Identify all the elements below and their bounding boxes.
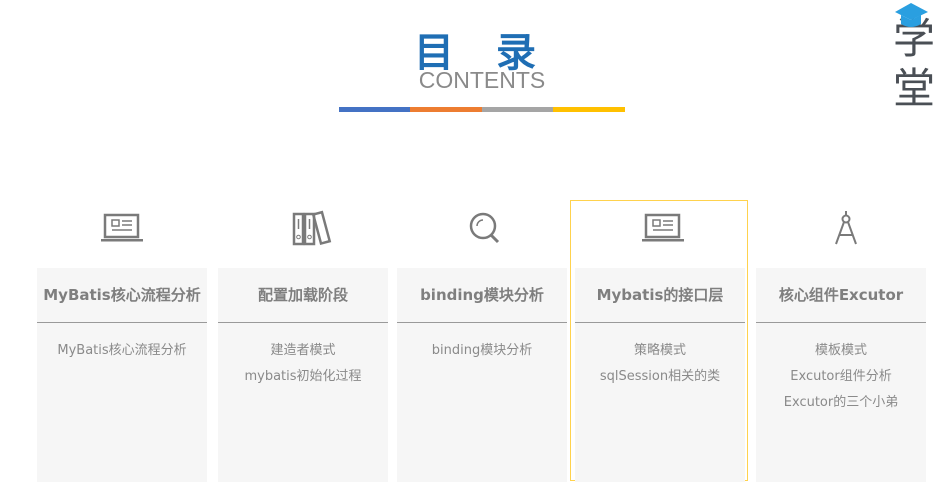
card-interface-layer[interactable]: Mybatis的接口层 策略模式 sqlSession相关的类: [575, 268, 745, 482]
card-title: binding模块分析: [420, 286, 544, 304]
card-line: 建造者模式: [270, 343, 336, 358]
color-bar-yellow: [553, 107, 625, 112]
card-line: 策略模式: [633, 343, 686, 358]
card-divider: [756, 322, 926, 323]
card-line: Excutor组件分析: [790, 369, 892, 384]
graduation-cap-icon: [895, 3, 928, 27]
card-line: mybatis初始化过程: [244, 369, 362, 384]
color-bar-gray: [482, 107, 554, 112]
card-executor[interactable]: 核心组件Excutor 模板模式 Excutor组件分析 Excutor的三个小…: [756, 268, 926, 482]
compass-icon: [835, 211, 857, 245]
color-bar-blue: [339, 107, 411, 112]
binders-icon: [292, 210, 332, 246]
card-line: Excutor的三个小弟: [783, 395, 899, 410]
card-title: MyBatis核心流程分析: [43, 286, 201, 304]
card-divider: [575, 322, 745, 323]
card-line: binding模块分析: [431, 343, 533, 358]
laptop-icon: [101, 213, 143, 242]
card-line: MyBatis核心流程分析: [57, 343, 187, 358]
card-title: Mybatis的接口层: [596, 286, 724, 304]
magnifier-icon: [469, 212, 500, 244]
card-line: 模板模式: [814, 343, 867, 358]
laptop-icon: [642, 213, 684, 242]
card-mybatis-core[interactable]: MyBatis核心流程分析 MyBatis核心流程分析: [37, 268, 207, 482]
card-divider: [218, 322, 388, 323]
card-divider: [397, 322, 567, 323]
color-bar-orange: [410, 107, 482, 112]
card-title: 配置加载阶段: [257, 286, 348, 304]
card-binding-module[interactable]: binding模块分析 binding模块分析: [397, 268, 567, 482]
card-config-loading[interactable]: 配置加载阶段 建造者模式 mybatis初始化过程: [218, 268, 388, 482]
card-line: sqlSession相关的类: [599, 369, 721, 384]
card-divider: [37, 322, 207, 323]
page-subtitle: CONTENTS: [418, 67, 546, 93]
card-title: 核心组件Excutor: [778, 286, 904, 304]
